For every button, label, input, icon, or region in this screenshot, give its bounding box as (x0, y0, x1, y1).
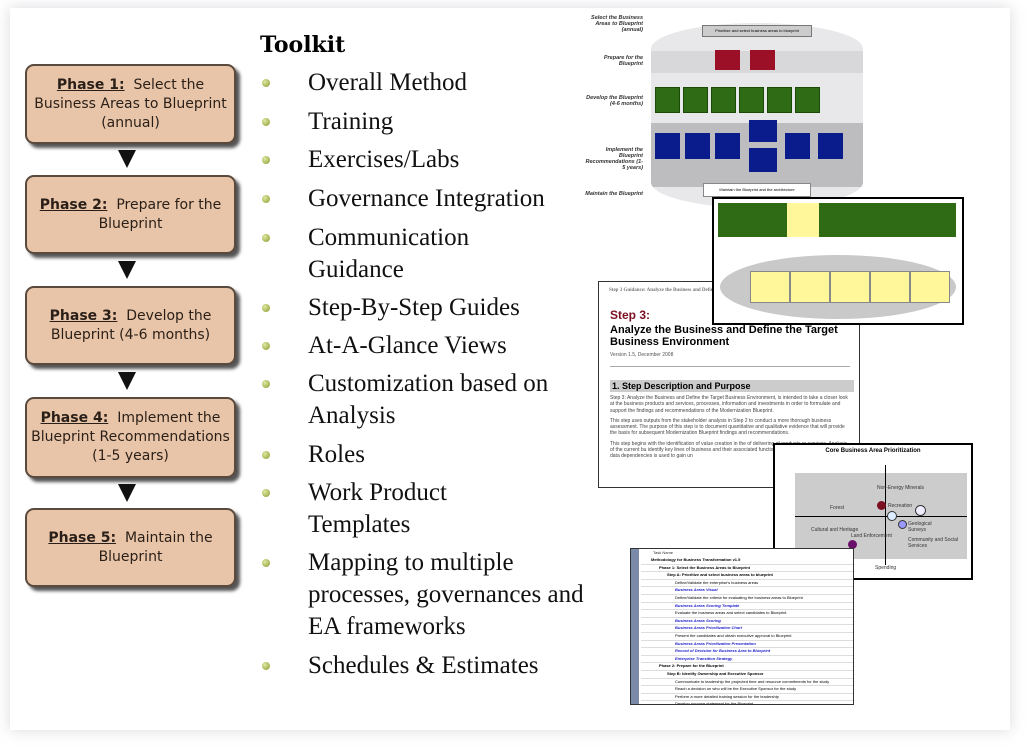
table-row: Business Areas Prioritization Presentati… (641, 641, 853, 649)
phase-label: Phase 2: (39, 196, 108, 213)
arrow-down-icon (118, 484, 136, 502)
phase-text: Prepare for the Blueprint (98, 196, 222, 232)
bullet-icon (262, 559, 270, 567)
bullet-icon (262, 662, 270, 670)
bullet-icon (262, 234, 270, 242)
arrow-down-icon (118, 261, 136, 279)
table-row: Evaluate the business areas and select c… (641, 610, 853, 618)
table-row: Record of Decision for Business Area to … (641, 648, 853, 656)
doc-title: Analyze the Business and Define the Targ… (610, 324, 838, 348)
table-row: Perform a more detailed training session… (641, 694, 853, 702)
lane-label: Develop the Blueprint (4-6 months) (586, 95, 643, 107)
table-row: Business Areas Visual (641, 587, 853, 595)
bullet-icon (262, 195, 270, 203)
phase-1-box: Phase 1: Select the Business Areas to Bl… (25, 64, 236, 144)
process-box: Prioritize and select business areas to … (702, 25, 812, 37)
bullet-icon (262, 451, 270, 459)
table-row: Business Areas Scoring (641, 618, 853, 626)
bullet-icon (262, 156, 270, 164)
arrow-down-icon (118, 372, 136, 390)
process-thumbnail: Select the Business Areas to Blueprint (… (585, 15, 863, 210)
lane-label: Implement the Blueprint Recommendations … (585, 147, 643, 171)
process-box: Maintain the Blueprint and the architect… (703, 183, 811, 197)
bullet-icon (262, 380, 270, 388)
table-row: Define/Validate the enterprise's busines… (641, 580, 853, 588)
table-row: Step B: Identify Ownership and Executive… (641, 671, 853, 679)
chart-point-label: Non-Energy Minerals (877, 485, 924, 491)
table-row: Business Areas Scoring Template (641, 603, 853, 611)
phase-label: Phase 3: (49, 307, 118, 324)
phase-label: Phase 4: (40, 410, 109, 426)
table-row: Communicate to leadership the projected … (641, 679, 853, 687)
schedule-table-thumbnail: Task Name Methodology for Business Trans… (630, 548, 854, 705)
lane-label: Maintain the Blueprint (585, 191, 643, 197)
chart-point-label: Geological Surveys (908, 521, 932, 533)
toolkit-title: Toolkit (260, 32, 346, 58)
phase-text: Maintain the Blueprint (98, 529, 213, 565)
table-row: Step A: Prioritize and select business a… (641, 572, 853, 580)
doc-step: Step 3: (610, 308, 651, 322)
doc-paragraph: This step uses outputs from the stakehol… (610, 417, 845, 437)
phase-label: Phase 5: (48, 529, 117, 546)
bullet-icon (262, 118, 270, 126)
chart-point-label: Land Enforcement (851, 533, 892, 539)
table-header: Task Name (653, 550, 674, 555)
doc-section: 1. Step Description and Purpose (610, 380, 854, 392)
table-row: Present the candidates and obtain execut… (641, 633, 853, 641)
table-row: Enterprise Transition Strategy (641, 656, 853, 664)
table-row: Phase 1: Select the Business Areas to Bl… (641, 565, 853, 573)
phase-label: Phase 1: (56, 76, 125, 93)
doc-version: Version 1.5, December 2008 (610, 352, 674, 358)
table-row: Develop purpose statement for the Bluepr… (641, 701, 853, 704)
phase-4-box: Phase 4: Implement the Blueprint Recomme… (25, 397, 236, 478)
table-row: Define/Validate the criteria for evaluat… (641, 595, 853, 603)
chart-x-label: Spending (875, 565, 897, 571)
bullet-icon (262, 342, 270, 350)
table-row: Phase 2: Prepare for the Blueprint (641, 663, 853, 671)
table-row: Business Areas Prioritization Chart (641, 625, 853, 633)
phase-5-box: Phase 5: Maintain the Blueprint (25, 508, 236, 587)
table-rows: Methodology for Business Transformation … (641, 557, 853, 704)
bullet-icon (262, 489, 270, 497)
chart-point-label: Community and Social Services (908, 537, 959, 549)
doc-paragraph: Step 3: Analyze the Business and Define … (610, 395, 848, 414)
chart-point-label: Forest (830, 505, 845, 511)
lane-label: Select the Business Areas to Blueprint (… (591, 15, 643, 33)
detail-zoom-thumbnail (712, 197, 964, 325)
chart-title: Core Business Area Prioritization (825, 448, 921, 454)
bullet-icon (262, 304, 270, 312)
arrow-down-icon (118, 150, 136, 168)
bullet-icon (262, 79, 270, 87)
phase-2-box: Phase 2: Prepare for the Blueprint (25, 175, 236, 254)
chart-point-label: Recreation (888, 503, 913, 509)
table-row: Reach a decision on who will be the Exec… (641, 686, 853, 694)
table-row: Methodology for Business Transformation … (641, 557, 853, 565)
phase-3-box: Phase 3: Develop the Blueprint (4-6 mont… (25, 286, 236, 365)
lane-label: Prepare for the Blueprint (603, 55, 643, 67)
